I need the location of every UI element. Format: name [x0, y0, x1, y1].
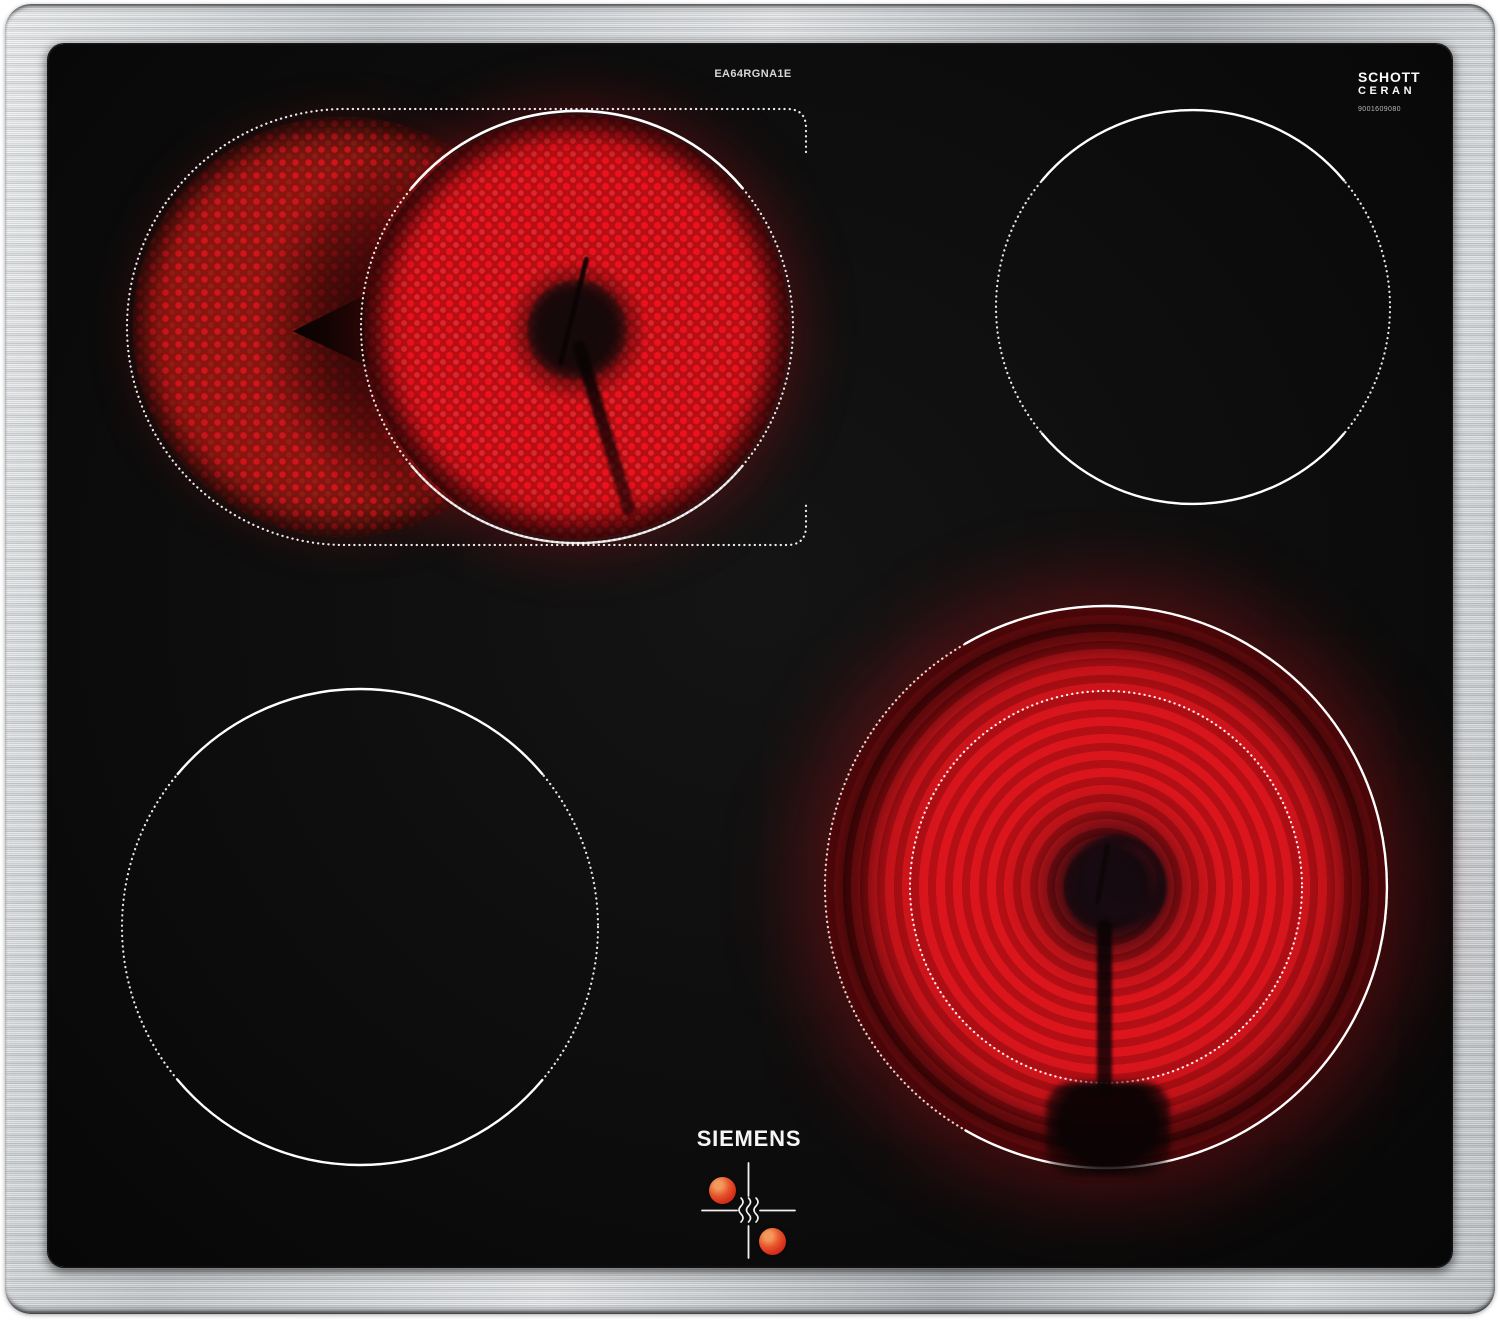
model-code-label: EA64RGNA1E	[714, 68, 792, 80]
glass-serial-number: 9001609080	[1358, 106, 1401, 113]
indicator-dot-right	[759, 1228, 786, 1255]
element-terminal-shadow	[1046, 1082, 1170, 1176]
schott-wordmark: SCHOTT	[1358, 69, 1421, 85]
ceran-wordmark: CERAN	[1358, 85, 1416, 97]
product-photo: EA64RGNA1E SCHOTT CERAN 9001609080 SIEME…	[0, 0, 1500, 1320]
siemens-logo: SIEMENS	[696, 1126, 802, 1151]
zone-rear-left-main-glow	[365, 115, 789, 539]
element-stem	[1097, 920, 1112, 1095]
indicator-dot-left	[709, 1177, 736, 1204]
schott-ceran-logo: SCHOTT CERAN 9001609080	[1358, 70, 1448, 113]
heating-element-hub	[1063, 835, 1167, 939]
